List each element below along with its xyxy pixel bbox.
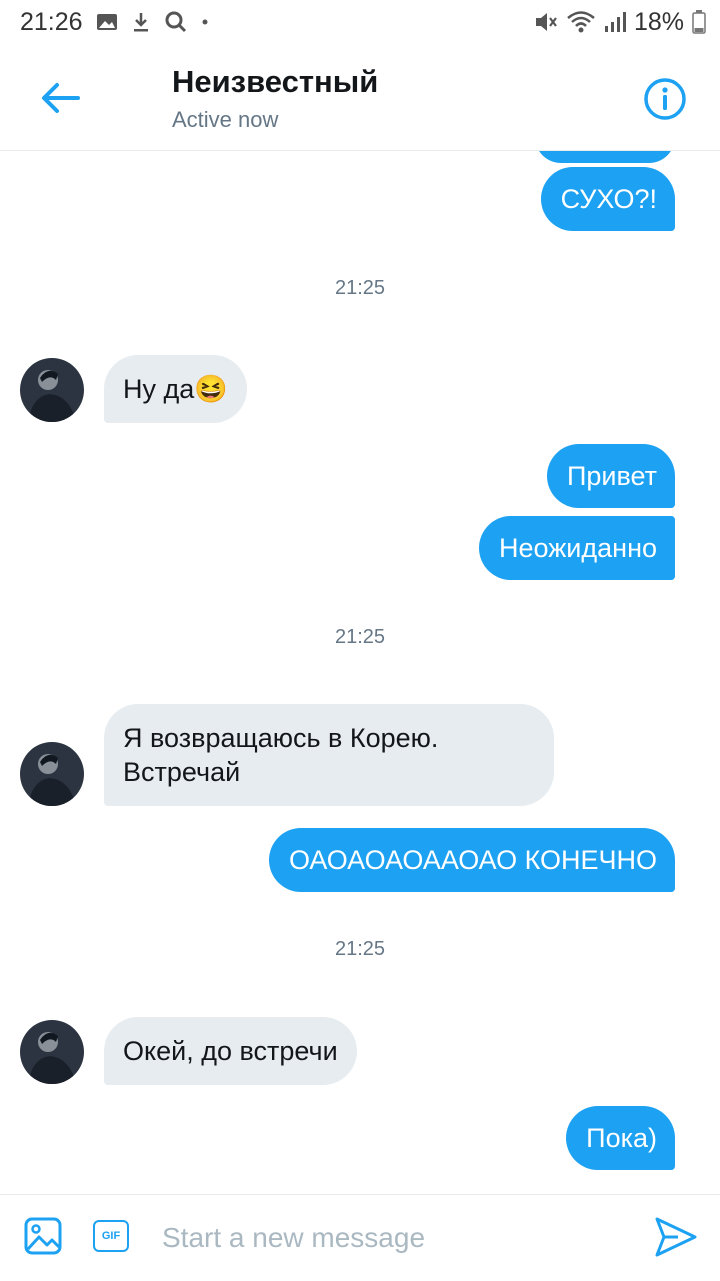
send-icon (655, 1217, 697, 1257)
avatar-image (20, 358, 84, 422)
search-notification-icon (165, 11, 187, 33)
mute-icon (535, 13, 557, 31)
gif-icon: GIF (101, 1230, 121, 1242)
message-text: Неожиданно (499, 533, 657, 563)
gif-button[interactable]: GIF (93, 1220, 129, 1252)
message-text: Я возвращаюсь в Корею. Встречай (123, 723, 439, 787)
back-arrow-icon (42, 83, 80, 113)
avatar[interactable] (20, 358, 84, 422)
message-bubble-outgoing[interactable]: Привет (546, 444, 675, 508)
message-text: Привет (566, 461, 657, 491)
message-bubble-incoming[interactable]: Ну да😆 (104, 355, 247, 423)
download-notification-icon (134, 13, 148, 32)
avatar-image (20, 1020, 84, 1084)
presence-status: Active now (172, 107, 279, 132)
message-composer: GIF (0, 1194, 720, 1281)
message-timestamp: 21:25 (334, 938, 386, 960)
message-text: Пока) (586, 1123, 657, 1153)
message-bubble-incoming[interactable]: Окей, до встречи (104, 1017, 357, 1085)
info-button[interactable] (642, 76, 688, 122)
message-bubble-outgoing[interactable] (535, 151, 675, 163)
message-text: ОАОАОАОААОАО КОНЕЧНО (288, 845, 657, 875)
message-bubble-incoming[interactable]: Я возвращаюсь в Корею. Встречай (104, 704, 554, 806)
message-bubble-outgoing[interactable]: ОАОАОАОААОАО КОНЕЧНО (268, 828, 675, 892)
message-timestamp: 21:25 (334, 626, 386, 648)
info-icon (644, 78, 686, 120)
message-list[interactable]: СУХО?! 21:25 Ну да😆 Привет Неожиданно 21… (0, 151, 720, 1194)
message-text: Ну да😆 (123, 374, 228, 404)
send-button[interactable] (654, 1215, 698, 1259)
back-button[interactable] (38, 76, 82, 120)
status-bar: 21:26 18% (0, 0, 720, 44)
message-input[interactable] (162, 1213, 632, 1263)
battery-percentage: 18% (633, 7, 684, 36)
add-media-button[interactable] (24, 1217, 62, 1255)
system-status-icons: 18% (534, 8, 706, 36)
dot-icon (202, 19, 208, 25)
avatar-image (20, 742, 84, 806)
conversation-header: Неизвестный Active now (0, 44, 720, 151)
message-text: СУХО?! (560, 184, 657, 214)
conversation-title: Неизвестный (172, 64, 379, 99)
avatar[interactable] (20, 1020, 84, 1084)
message-timestamp: 21:25 (334, 277, 386, 299)
battery-icon (692, 10, 706, 34)
wifi-icon (567, 11, 595, 33)
message-bubble-outgoing[interactable]: Пока) (566, 1106, 675, 1170)
image-icon (24, 1217, 62, 1255)
message-bubble-outgoing[interactable]: СУХО?! (540, 167, 675, 231)
avatar[interactable] (20, 742, 84, 806)
gallery-notification-icon (97, 14, 117, 30)
message-text: Окей, до встречи (123, 1036, 338, 1066)
signal-icon (604, 12, 626, 32)
message-bubble-outgoing[interactable]: Неожиданно (479, 516, 675, 580)
status-time: 21:26 (20, 8, 83, 36)
notification-icons (96, 8, 208, 36)
